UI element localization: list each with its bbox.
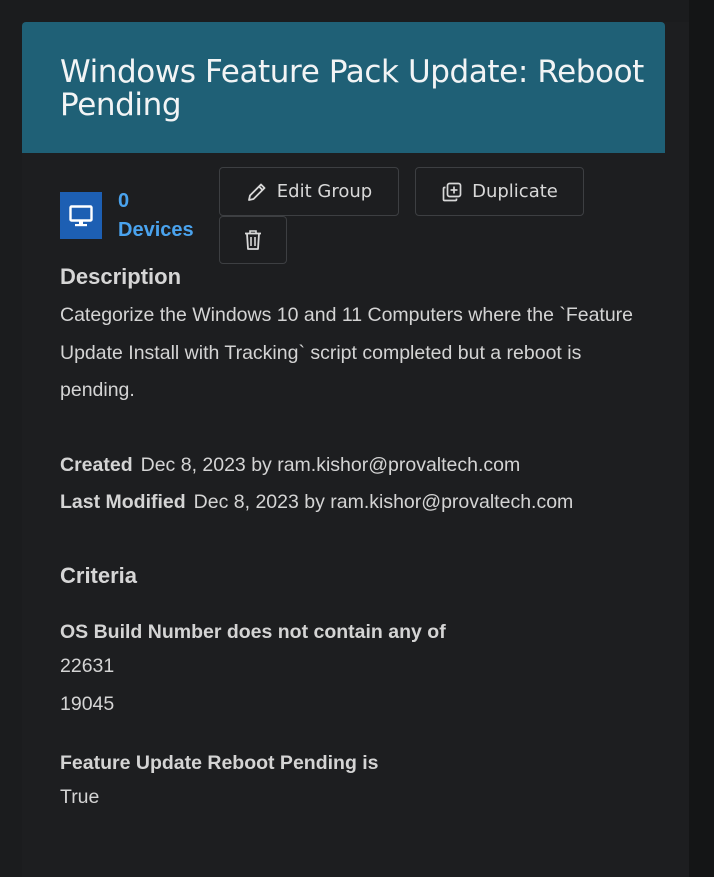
edit-group-button[interactable]: Edit Group — [219, 167, 399, 216]
description-heading: Description — [60, 264, 182, 289]
group-header: Windows Feature Pack Update: Reboot Pend… — [22, 22, 665, 153]
criterion-value: True — [60, 786, 100, 808]
page-title: Windows Feature Pack Update: Reboot Pend… — [60, 54, 644, 123]
criterion-value: 19045 — [60, 693, 115, 715]
delete-button[interactable] — [219, 216, 287, 264]
created-label: Created — [60, 454, 133, 476]
duplicate-label: Duplicate — [472, 181, 558, 202]
edit-group-label: Edit Group — [276, 181, 373, 202]
duplicate-button[interactable]: Duplicate — [415, 167, 584, 216]
monitor-icon[interactable] — [60, 192, 102, 239]
criterion-title: OS Build Number does not contain any of — [60, 621, 446, 643]
scroll-gutter — [689, 0, 714, 877]
device-count-link[interactable]: 0 — [118, 189, 129, 213]
last-modified-value: Dec 8, 2023 by ram.kishor@provaltech.com — [193, 491, 574, 513]
devices-link[interactable]: Devices — [118, 218, 194, 242]
last-modified-row: Last Modified Dec 8, 2023 by ram.kishor@p… — [60, 490, 573, 514]
criterion-value: 22631 — [60, 655, 115, 677]
created-value: Dec 8, 2023 by ram.kishor@provaltech.com — [140, 454, 521, 476]
description-text: Categorize the Windows 10 and 11 Compute… — [60, 304, 634, 401]
pencil-icon — [246, 181, 268, 203]
criterion-title: Feature Update Reboot Pending is — [60, 752, 379, 774]
group-details-panel: Windows Feature Pack Update: Reboot Pend… — [22, 22, 689, 877]
last-modified-label: Last Modified — [60, 491, 186, 513]
duplicate-icon — [441, 181, 463, 203]
created-row: Created Dec 8, 2023 by ram.kishor@provalt… — [60, 453, 520, 477]
criteria-heading: Criteria — [60, 563, 138, 588]
trash-icon — [243, 229, 263, 251]
